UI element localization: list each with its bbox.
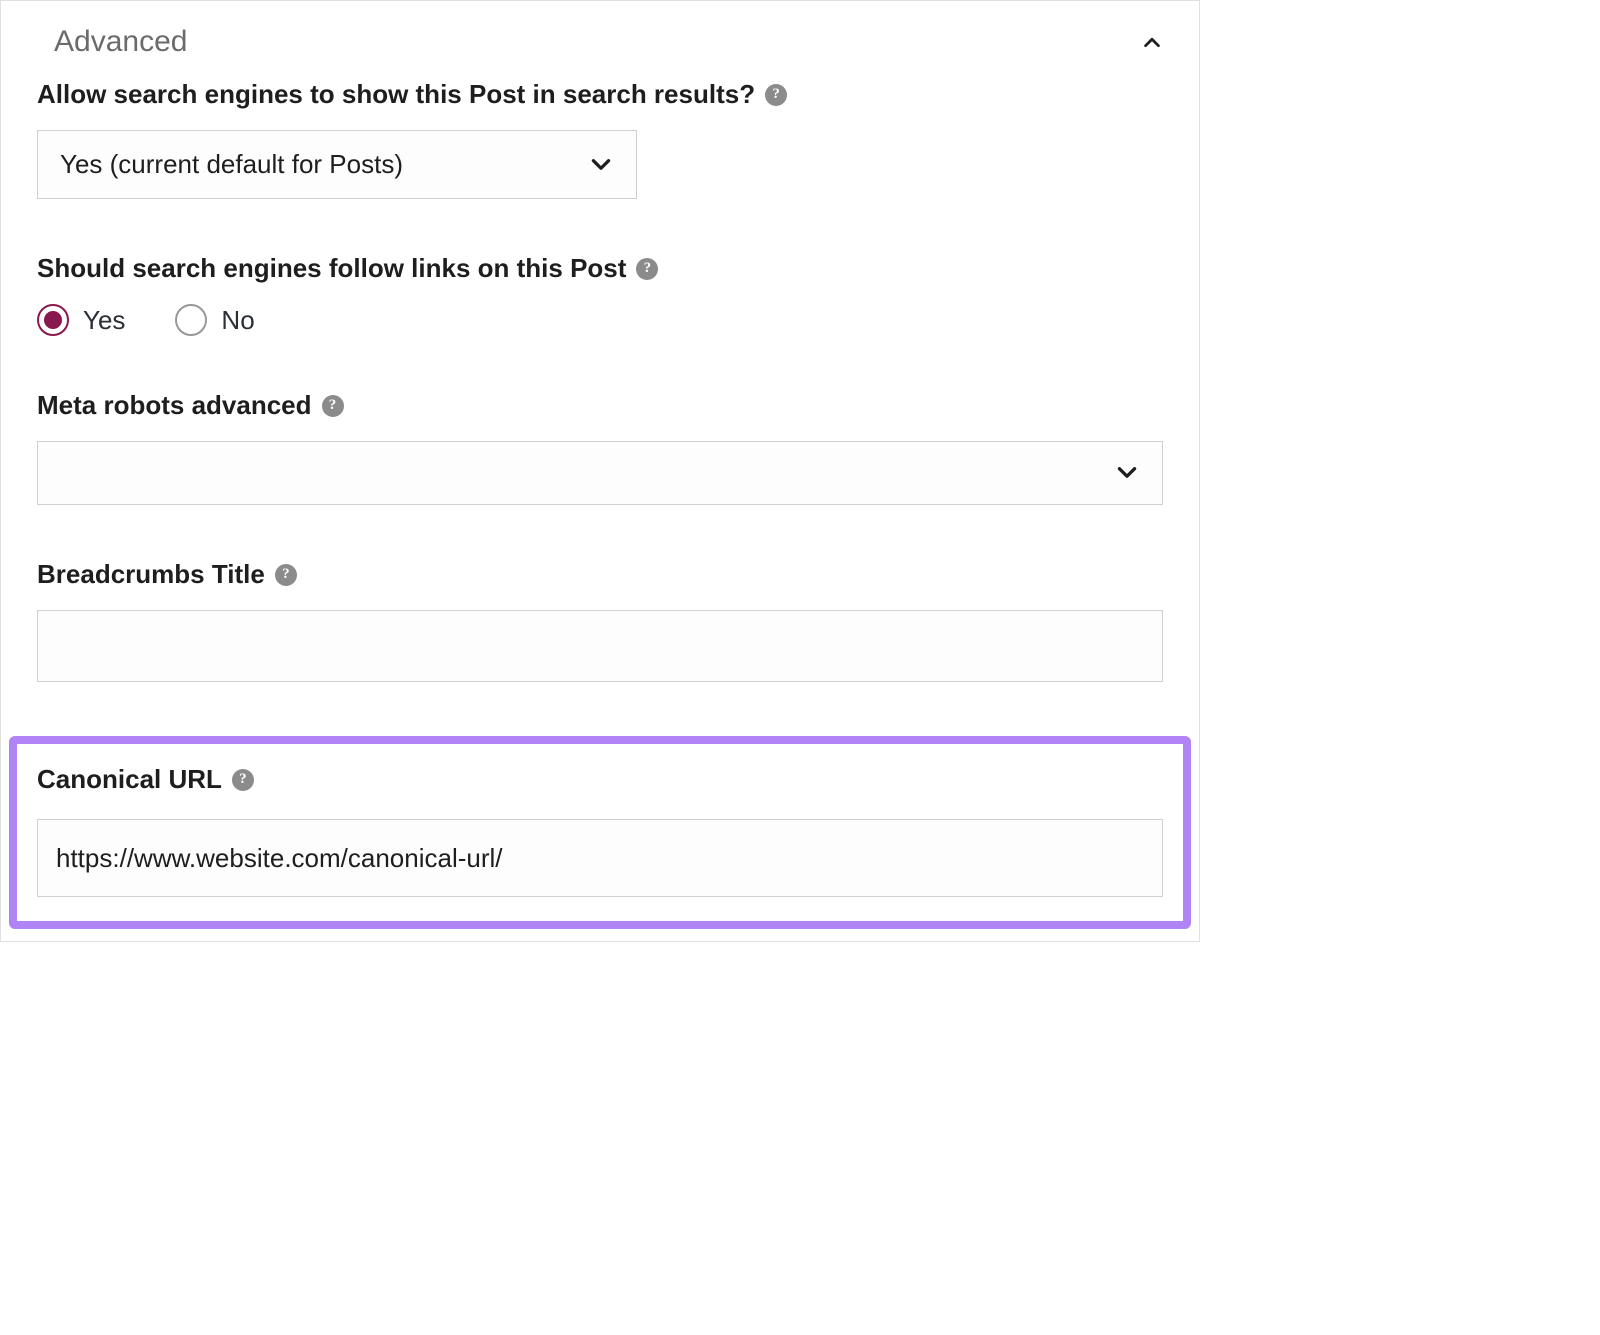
panel-header[interactable]: Advanced [1, 1, 1199, 79]
chevron-down-icon [588, 152, 614, 178]
breadcrumbs-input[interactable] [37, 610, 1163, 682]
radio-yes-label: Yes [83, 305, 125, 336]
breadcrumbs-field: Breadcrumbs Title ? [37, 559, 1163, 682]
help-icon[interactable]: ? [636, 258, 658, 280]
help-icon[interactable]: ? [232, 769, 254, 791]
chevron-up-icon [1141, 31, 1163, 53]
follow-links-field: Should search engines follow links on th… [37, 253, 1163, 336]
help-icon[interactable]: ? [322, 395, 344, 417]
label-text: Meta robots advanced [37, 390, 312, 421]
advanced-panel: Advanced Allow search engines to show th… [0, 0, 1200, 942]
panel-body: Allow search engines to show this Post i… [1, 79, 1199, 929]
canonical-input[interactable] [37, 819, 1163, 897]
radio-no-label: No [221, 305, 254, 336]
allow-search-label: Allow search engines to show this Post i… [37, 79, 787, 110]
radio-yes[interactable]: Yes [37, 304, 125, 336]
help-icon[interactable]: ? [275, 564, 297, 586]
radio-circle-icon [37, 304, 69, 336]
breadcrumbs-label: Breadcrumbs Title ? [37, 559, 297, 590]
canonical-highlight: Canonical URL ? [9, 736, 1191, 929]
meta-robots-field: Meta robots advanced ? [37, 390, 1163, 505]
meta-robots-select[interactable] [37, 441, 1163, 505]
label-text: Allow search engines to show this Post i… [37, 79, 755, 110]
panel-title: Advanced [54, 25, 187, 59]
follow-links-label: Should search engines follow links on th… [37, 253, 658, 284]
follow-links-radio-group: Yes No [37, 304, 1163, 336]
radio-dot-icon [44, 311, 62, 329]
allow-search-field: Allow search engines to show this Post i… [37, 79, 1163, 199]
label-text: Canonical URL [37, 764, 222, 795]
canonical-field: Canonical URL ? [37, 764, 1163, 897]
radio-circle-icon [175, 304, 207, 336]
radio-no[interactable]: No [175, 304, 254, 336]
canonical-label: Canonical URL ? [37, 764, 254, 795]
select-value: Yes (current default for Posts) [60, 149, 403, 180]
chevron-down-icon [1114, 460, 1140, 486]
allow-search-select[interactable]: Yes (current default for Posts) [37, 130, 637, 199]
meta-robots-label: Meta robots advanced ? [37, 390, 344, 421]
label-text: Should search engines follow links on th… [37, 253, 626, 284]
label-text: Breadcrumbs Title [37, 559, 265, 590]
help-icon[interactable]: ? [765, 84, 787, 106]
